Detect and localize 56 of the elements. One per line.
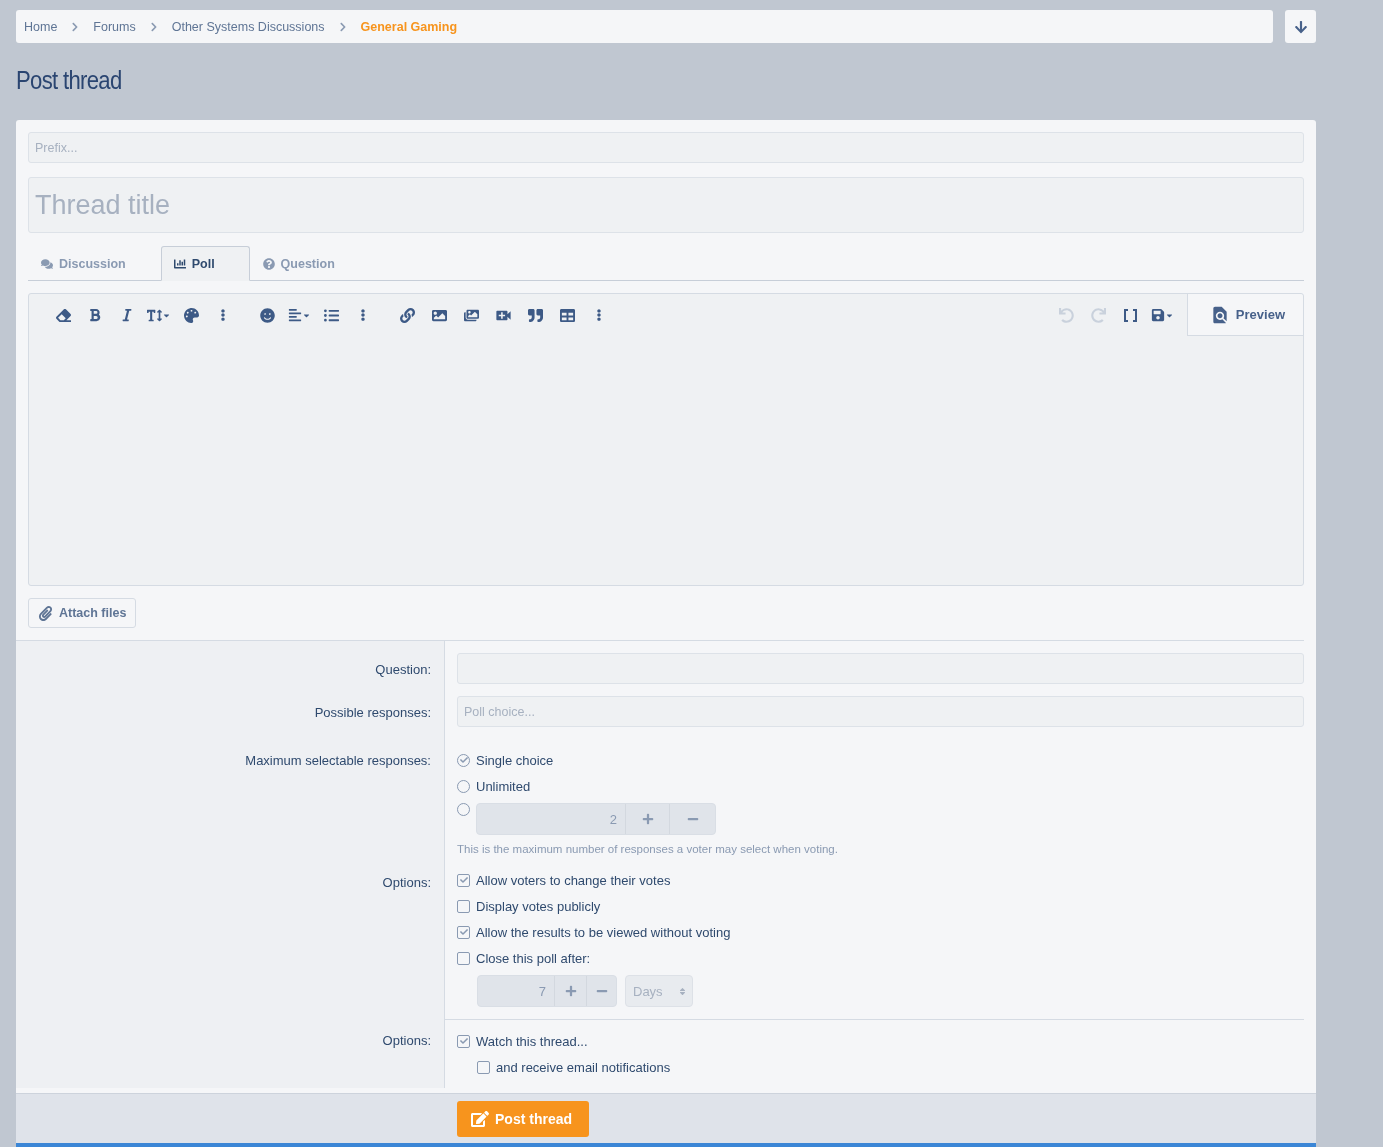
checkbox[interactable]	[457, 951, 470, 965]
option-label: Allow the results to be viewed without voting	[476, 924, 731, 940]
bar-chart-icon	[173, 257, 186, 270]
attach-files-button[interactable]: Attach files	[28, 598, 137, 628]
radio-button[interactable]	[457, 779, 470, 793]
field-label: Possible responses:	[314, 705, 431, 720]
breadcrumb-link[interactable]: Forums	[93, 19, 136, 34]
check-icon	[459, 1037, 468, 1045]
poll-choice-field[interactable]: Poll choice...	[457, 696, 1304, 727]
option-label: Close this poll after:	[476, 950, 591, 966]
checkbox[interactable]	[477, 1060, 490, 1074]
breadcrumb-link[interactable]: Other Systems Discussions	[171, 19, 325, 34]
radio-button[interactable]	[457, 753, 470, 767]
field-label: Options:	[382, 1033, 431, 1048]
option-label: Allow voters to change their votes	[476, 872, 671, 888]
question-field[interactable]	[457, 653, 1304, 684]
arrow-down-icon	[1293, 19, 1308, 34]
check-icon	[459, 876, 468, 884]
hint-text: This is the maximum number of responses a voter may select when voting.	[457, 843, 839, 855]
edit-icon	[471, 1110, 489, 1128]
check-icon	[459, 928, 468, 936]
paperclip-icon	[38, 605, 53, 621]
check-icon	[459, 756, 468, 764]
chevron-icon	[149, 21, 158, 32]
breadcrumb-link[interactable]: Home	[24, 19, 58, 34]
tab[interactable]: Discussion	[28, 246, 161, 281]
checkbox[interactable]	[457, 873, 470, 887]
checkbox[interactable]	[457, 925, 470, 939]
checkbox[interactable]	[457, 899, 470, 913]
tab[interactable]: Poll	[160, 246, 250, 281]
number-field[interactable]: 2	[476, 803, 716, 835]
option-label: Watch this thread...	[476, 1033, 588, 1049]
preview-button[interactable]: Preview	[1186, 294, 1303, 336]
field-label: Question:	[375, 662, 431, 677]
speech-bubbles-icon	[41, 257, 53, 270]
option-label: and receive email notifications	[496, 1059, 671, 1075]
prefix-field[interactable]: Prefix...	[28, 132, 1304, 163]
unit-select[interactable]: Days	[625, 975, 693, 1007]
checkbox[interactable]	[457, 1034, 470, 1048]
post-thread-button[interactable]: Post thread	[457, 1101, 589, 1137]
number-field[interactable]: 7	[477, 975, 617, 1007]
scroll-down-button[interactable]	[1285, 10, 1316, 43]
chevron-icon	[71, 21, 80, 32]
sort-arrows-icon	[678, 986, 687, 996]
question-icon	[262, 257, 275, 270]
option-label: Display votes publicly	[476, 898, 601, 914]
chevron-icon	[338, 21, 347, 32]
option-label: Unlimited	[476, 778, 531, 794]
field-label: Maximum selectable responses:	[245, 753, 431, 768]
breadcrumb-link[interactable]: General Gaming	[360, 19, 458, 34]
option-label: Single choice	[476, 752, 554, 768]
page-title: Post thread	[16, 65, 123, 96]
radio-button[interactable]	[457, 803, 470, 816]
field-label: Options:	[382, 875, 431, 890]
tab[interactable]: Question	[249, 246, 370, 281]
title-field[interactable]: Thread title	[28, 177, 1304, 233]
